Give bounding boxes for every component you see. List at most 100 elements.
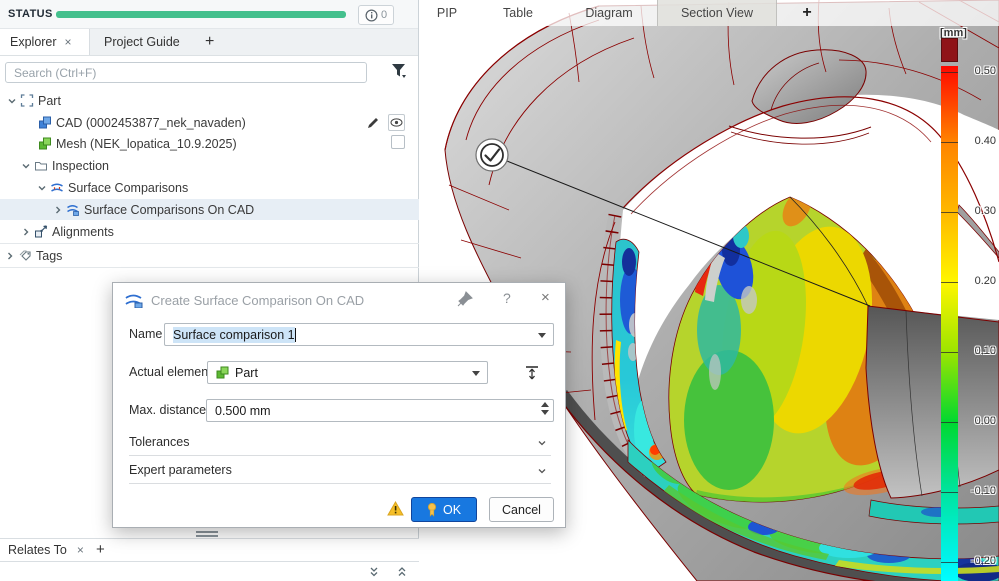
chevron-down-icon[interactable] <box>538 333 546 338</box>
tree-item-tags[interactable]: Tags <box>0 245 419 266</box>
surface-comparison-cad-icon <box>125 291 144 308</box>
text-cursor <box>295 328 296 342</box>
surface-comparison-icon <box>50 181 64 194</box>
ok-label: OK <box>443 503 461 517</box>
section-separator <box>129 455 551 456</box>
tree-item-label: Inspection <box>52 159 109 173</box>
max-distance-input[interactable]: 0.500 mm <box>206 399 554 422</box>
tree-item-label: Alignments <box>52 225 114 239</box>
dialog-title: Create Surface Comparison On CAD <box>151 293 364 308</box>
tree-item-label: CAD (0002453877_nek_navaden) <box>56 116 246 130</box>
chevron-down-icon[interactable] <box>472 371 480 376</box>
tree-separator <box>0 243 419 244</box>
status-label: STATUS <box>8 8 53 20</box>
edit-pencil-icon[interactable] <box>366 116 380 130</box>
max-distance-value: 0.500 mm <box>215 404 271 418</box>
tag-icon <box>18 249 32 262</box>
tree-separator <box>0 267 419 268</box>
cancel-button[interactable]: Cancel <box>489 497 554 522</box>
colorbar-label: 0.30 <box>960 205 996 217</box>
viewport-tabstrip: PIP Table Diagram Section View + <box>419 0 999 26</box>
tab-explorer[interactable]: Explorer × <box>0 29 90 55</box>
section-separator <box>129 483 551 484</box>
colorbar-tick <box>941 142 958 143</box>
panel-bottom-toolbar <box>0 562 419 581</box>
filter-funnel-icon <box>390 62 408 80</box>
tree-item-mesh[interactable]: Mesh (NEK_lopatica_10.9.2025) <box>0 133 419 154</box>
add-tab-button[interactable]: + <box>205 29 214 55</box>
status-progress-fill <box>56 11 346 18</box>
tab-section-view[interactable]: Section View <box>657 0 777 26</box>
model-slab <box>866 306 999 498</box>
help-button[interactable]: ? <box>503 290 511 306</box>
tree-item-inspection[interactable]: Inspection <box>0 155 419 176</box>
tree-item-cad[interactable]: CAD (0002453877_nek_navaden) <box>0 112 419 133</box>
colorbar-gradient <box>941 66 958 581</box>
tree-item-label: Part <box>38 94 61 108</box>
close-icon[interactable]: × <box>77 543 84 557</box>
tab-pip[interactable]: PIP <box>419 6 475 20</box>
tab-relates-to[interactable]: Relates To × <box>8 543 84 557</box>
collapse-all-icon[interactable] <box>368 566 380 578</box>
chevron-down-icon[interactable] <box>36 182 48 194</box>
chevron-right-icon[interactable] <box>20 226 32 238</box>
add-view-tab-button[interactable]: + <box>777 4 837 22</box>
colorbar-label: 0.40 <box>960 135 996 147</box>
tree-item-label: Tags <box>36 249 62 263</box>
chevron-down-icon[interactable] <box>537 466 547 476</box>
actual-element-combobox[interactable]: Part <box>207 361 488 384</box>
colorbar-tick <box>941 352 958 353</box>
tolerances-section[interactable]: Tolerances <box>129 435 189 449</box>
ok-button[interactable]: OK <box>411 497 477 522</box>
info-count-button[interactable]: 0 <box>358 5 394 25</box>
cad-icon <box>38 116 52 129</box>
chevron-down-icon[interactable] <box>6 95 18 107</box>
tree-item-surface-comparisons-on-cad[interactable]: Surface Comparisons On CAD <box>0 199 419 220</box>
tab-diagram[interactable]: Diagram <box>561 6 657 20</box>
colorbar-tick <box>941 422 958 423</box>
close-icon[interactable]: × <box>541 289 550 306</box>
colorbar-tick <box>941 282 958 283</box>
tree-item-surface-comparisons[interactable]: Surface Comparisons <box>0 177 419 198</box>
expand-all-icon[interactable] <box>396 566 408 578</box>
colorbar-label: 0.00 <box>960 415 996 427</box>
license-badge-icon <box>427 503 437 517</box>
colorbar-overrange-block <box>941 38 958 62</box>
visibility-checkbox[interactable] <box>391 135 405 149</box>
chevron-right-icon[interactable] <box>4 250 16 262</box>
colorbar-label: -0.20 <box>960 555 996 567</box>
spinner-stepper[interactable] <box>541 402 549 415</box>
chevron-right-icon[interactable] <box>52 204 64 216</box>
visibility-toggle[interactable] <box>388 114 405 131</box>
name-value: Surface comparison 1 <box>173 327 295 343</box>
colorbar-label: 0.10 <box>960 345 996 357</box>
chevron-down-icon[interactable] <box>537 438 547 448</box>
tree-item-alignments[interactable]: Alignments <box>0 221 419 242</box>
folder-icon <box>34 159 48 172</box>
colorbar-label: 0.50 <box>960 65 996 77</box>
add-tab-button[interactable]: + <box>96 541 105 558</box>
panel-tabs: Explorer × Project Guide + <box>0 29 418 56</box>
max-distance-label: Max. distance <box>129 403 206 417</box>
alignment-icon <box>34 225 48 238</box>
name-input[interactable]: Surface comparison 1 <box>164 323 554 346</box>
mesh-icon <box>216 366 229 379</box>
chevron-down-icon[interactable] <box>20 160 32 172</box>
expert-parameters-section[interactable]: Expert parameters <box>129 463 232 477</box>
pin-icon[interactable] <box>457 291 473 307</box>
tab-project-guide[interactable]: Project Guide <box>104 29 180 55</box>
warning-icon <box>387 501 404 516</box>
info-count: 0 <box>381 9 387 21</box>
status-bar: STATUS 0 <box>0 0 418 29</box>
colorbar-label: -0.10 <box>960 485 996 497</box>
colorbar-tick <box>941 72 958 73</box>
close-icon[interactable]: × <box>65 35 72 49</box>
checkmark-annotation[interactable] <box>476 139 508 171</box>
filter-button[interactable] <box>390 62 410 82</box>
pick-element-icon[interactable] <box>523 364 541 382</box>
relates-to-tabs: Relates To × + <box>0 538 419 562</box>
tab-table[interactable]: Table <box>475 6 561 20</box>
search-input[interactable] <box>5 62 367 83</box>
colorbar-label: 0.20 <box>960 275 996 287</box>
tree-item-part[interactable]: Part <box>0 90 419 111</box>
